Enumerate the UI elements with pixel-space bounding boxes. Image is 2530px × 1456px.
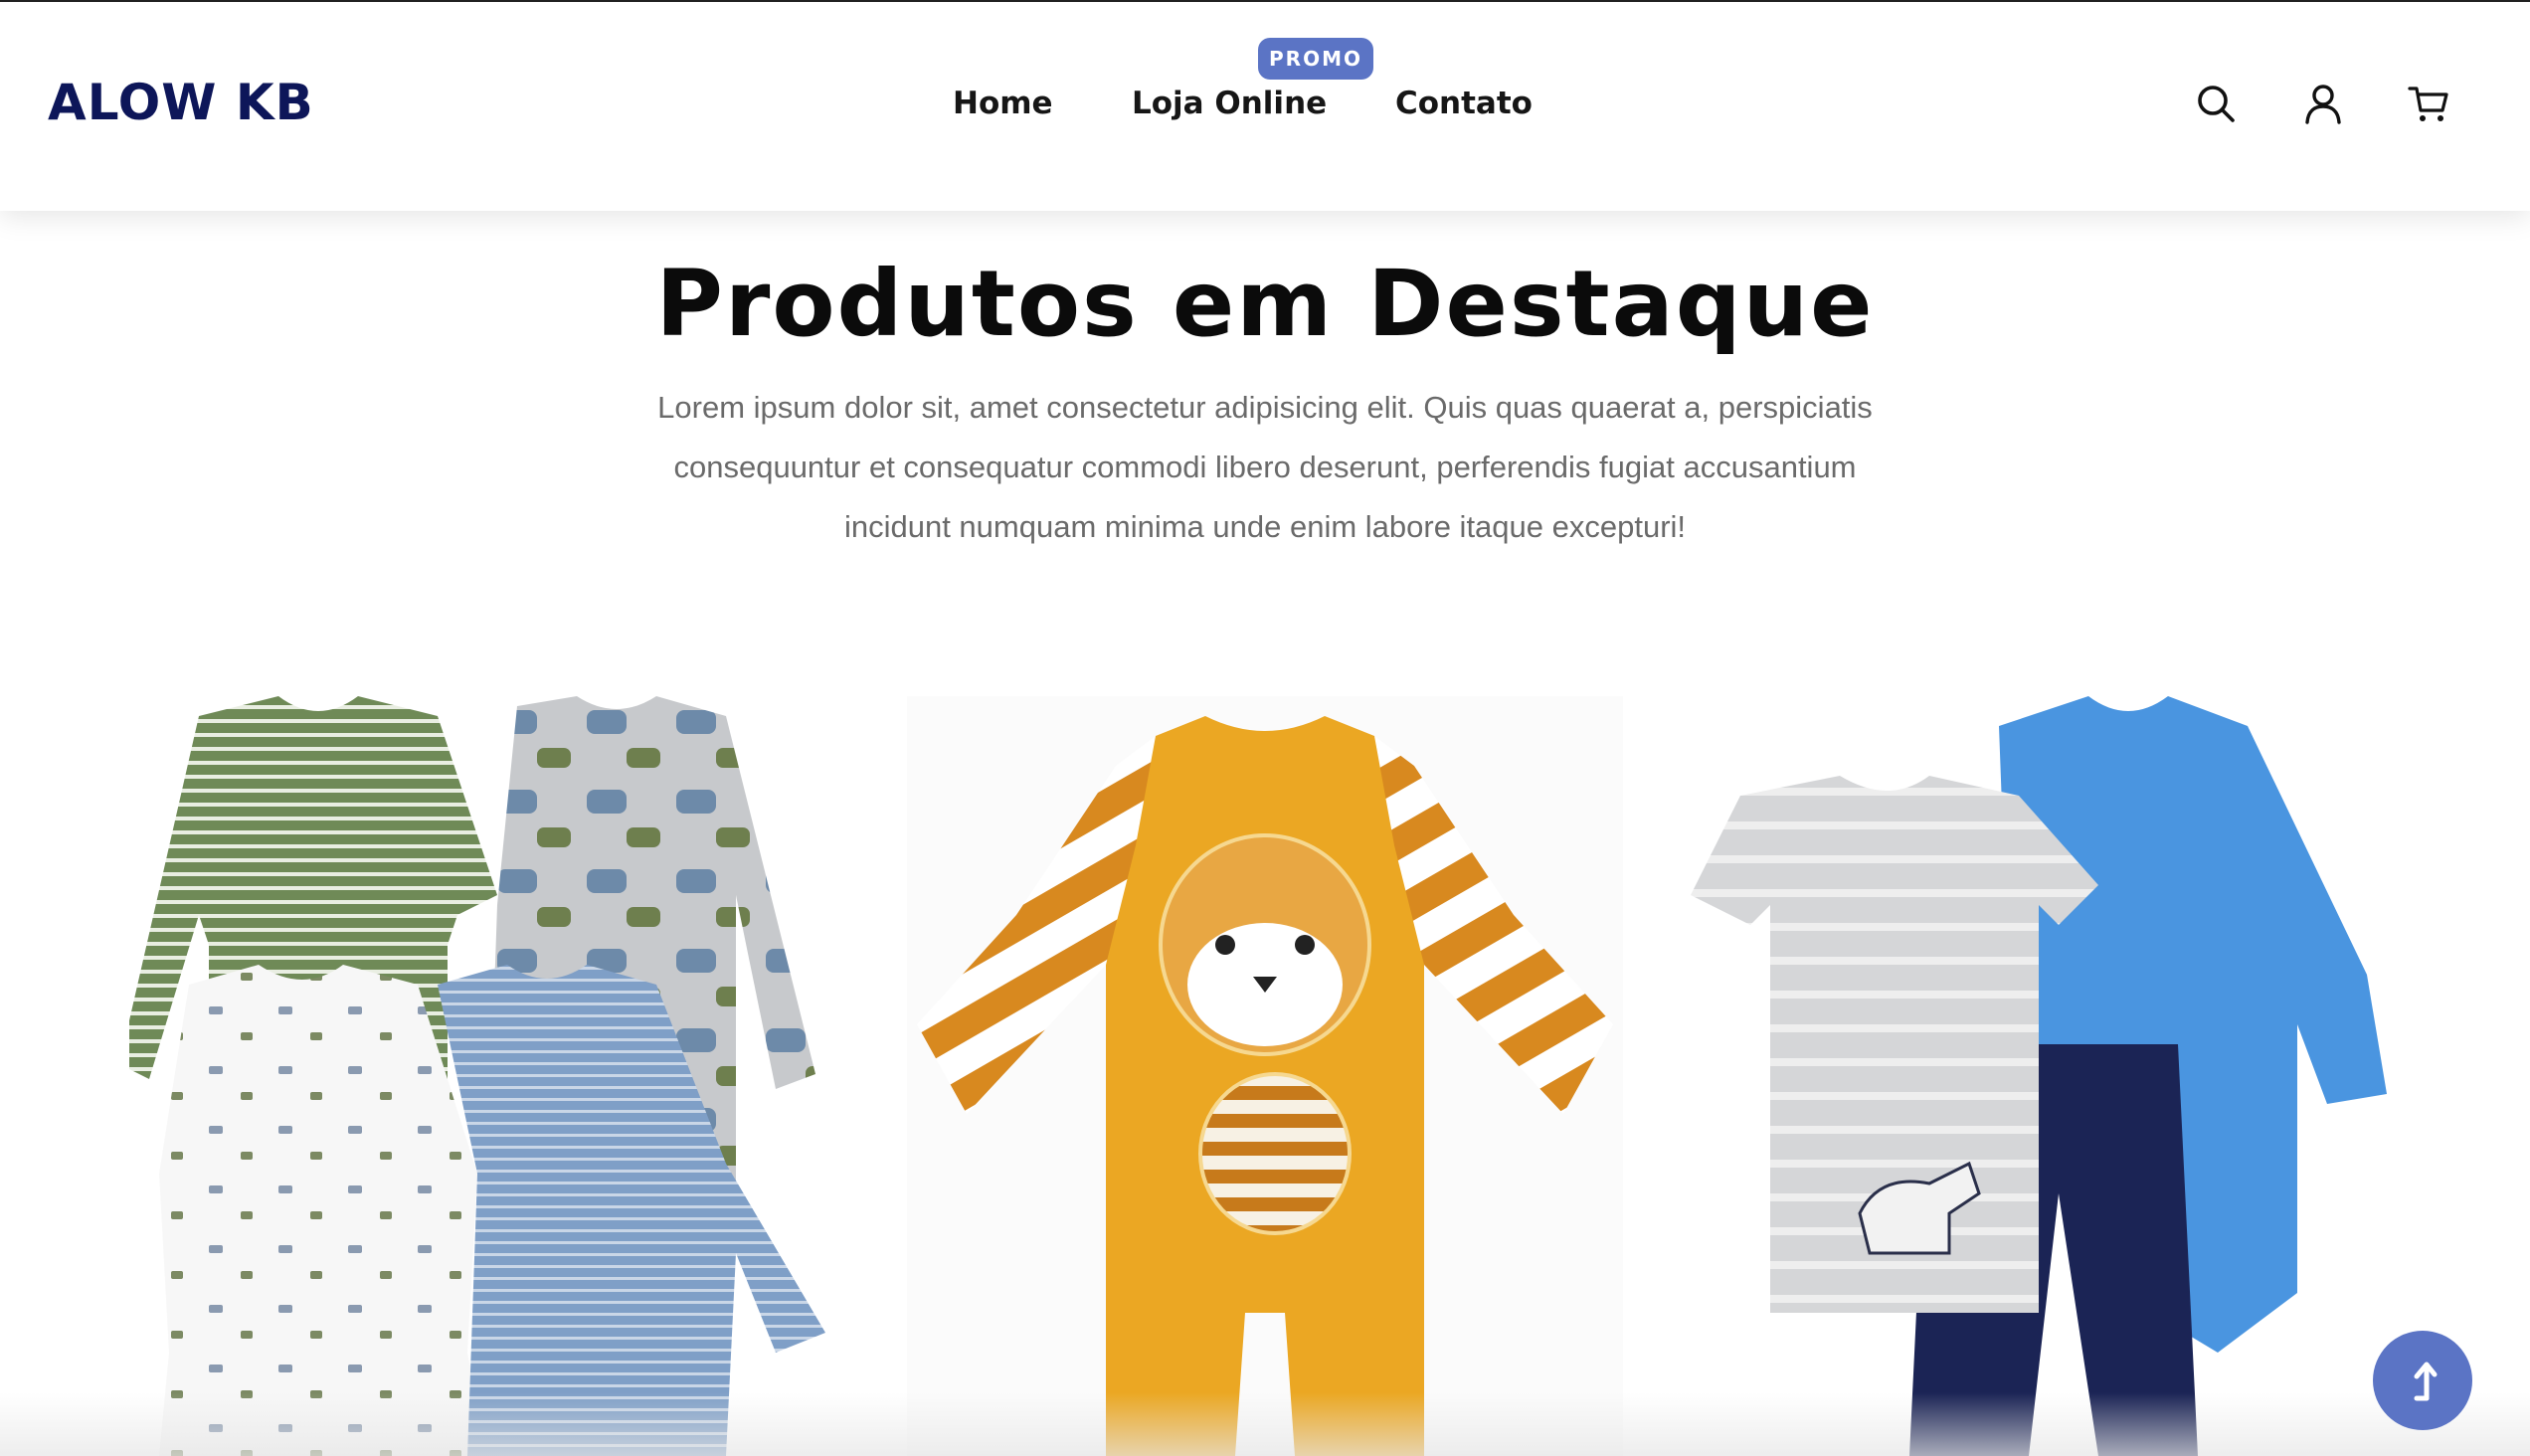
- nav-contato[interactable]: Contato: [1395, 86, 1533, 121]
- description-line: incidunt numquam minima unde enim labore…: [843, 509, 1687, 544]
- product-card[interactable]: [1681, 696, 2397, 1456]
- scroll-to-top-button[interactable]: [2373, 1331, 2472, 1430]
- bottom-fade: [0, 1392, 2530, 1456]
- product-image-tiger-footie: [917, 716, 1613, 1456]
- description-line: Lorem ipsum dolor sit, amet consectetur …: [657, 390, 1873, 425]
- cart-icon[interactable]: [2407, 82, 2450, 125]
- description-line: consequuntur et consequatur commodi libe…: [673, 450, 1857, 484]
- section-title: Produtos em Destaque: [655, 251, 1875, 357]
- product-card[interactable]: [129, 696, 845, 1456]
- nav-loja-online[interactable]: Loja Online: [1132, 86, 1327, 121]
- arrow-up-icon: [2414, 1362, 2438, 1401]
- site-header: ALOW KB Home Loja Online Contato PROMO: [0, 2, 2530, 211]
- search-icon[interactable]: [2194, 82, 2238, 125]
- product-card[interactable]: [907, 696, 1623, 1456]
- nav-home[interactable]: Home: [953, 86, 1053, 121]
- section-description: Lorem ipsum dolor sit, amet consectetur …: [597, 378, 1933, 557]
- promo-badge: PROMO: [1258, 38, 1373, 80]
- product-image-dinosaur-set: [1691, 696, 2387, 1456]
- user-icon[interactable]: [2301, 82, 2345, 125]
- brand-logo[interactable]: ALOW KB: [48, 74, 314, 131]
- product-image-bodysuit-pack: [129, 696, 825, 1456]
